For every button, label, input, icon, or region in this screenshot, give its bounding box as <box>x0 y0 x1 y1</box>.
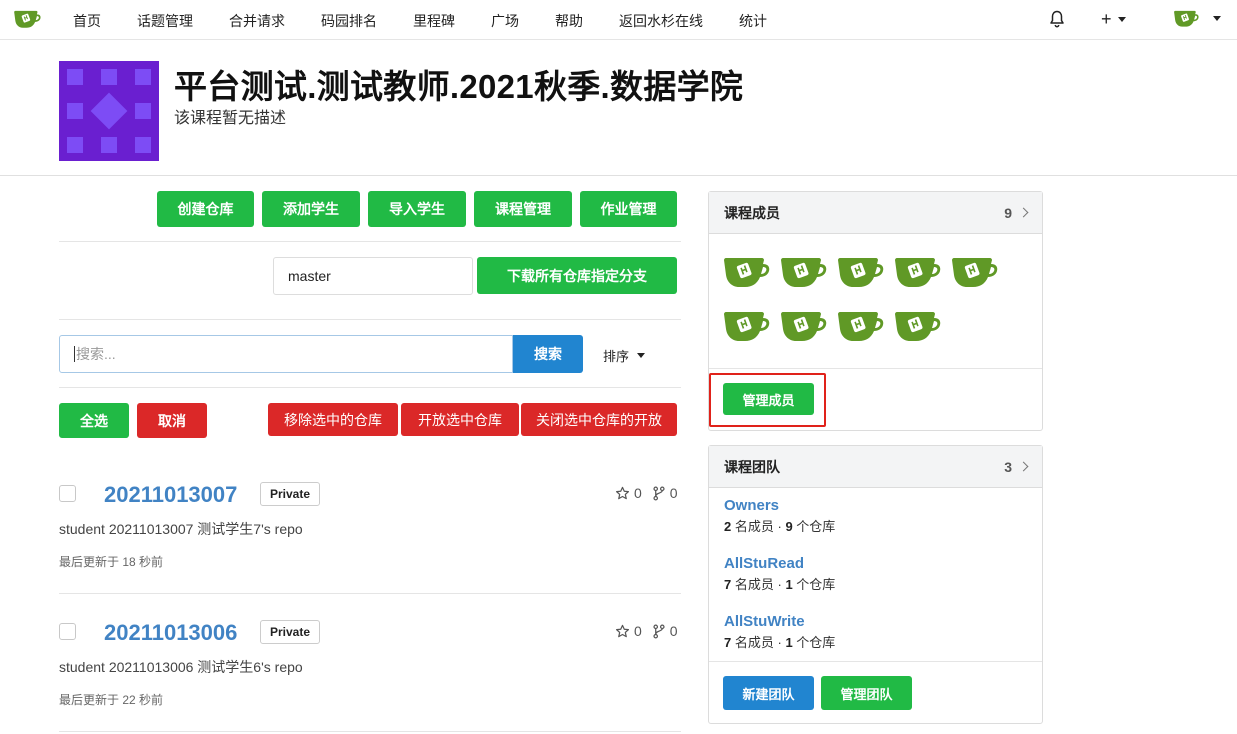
highlight-annotation-box <box>709 373 826 427</box>
new-team-button[interactable]: 新建团队 <box>723 676 814 710</box>
user-avatar-icon <box>1173 10 1199 28</box>
plus-icon: + <box>1101 9 1112 29</box>
notification-bell-icon[interactable] <box>1049 10 1065 28</box>
select-all-button[interactable]: 全选 <box>59 403 129 438</box>
member-avatar[interactable] <box>836 255 884 289</box>
sort-label: 排序 <box>603 349 630 364</box>
chevron-down-icon <box>1213 16 1221 21</box>
team-item: Owners 2 名成员 · 9 个仓库 <box>724 497 835 535</box>
add-student-button[interactable]: 添加学生 <box>262 191 360 227</box>
chevron-right-icon <box>1018 207 1029 218</box>
team-item: AllStuRead 7 名成员 · 1 个仓库 <box>724 555 835 593</box>
repo-stats: 0 0 <box>615 485 678 501</box>
repo-updated-time: 最后更新于 18 秒前 <box>59 555 164 569</box>
header-divider <box>0 175 1237 176</box>
member-avatar[interactable] <box>893 309 941 343</box>
repo-checkbox[interactable] <box>59 485 76 502</box>
divider <box>59 241 681 242</box>
create-repo-button[interactable]: 创建仓库 <box>157 191 254 227</box>
star-icon <box>615 624 630 637</box>
divider <box>59 387 681 388</box>
download-branch-button[interactable]: 下载所有仓库指定分支 <box>477 257 677 294</box>
repo-stats: 0 0 <box>615 623 678 639</box>
chevron-down-icon <box>637 353 646 358</box>
user-menu-dropdown[interactable] <box>1173 9 1221 28</box>
member-avatar[interactable] <box>836 309 884 343</box>
fork-count: 0 <box>669 485 678 501</box>
star-icon <box>615 486 630 499</box>
team-meta: 7 名成员 · 1 个仓库 <box>724 577 836 592</box>
nav-item-pull-requests[interactable]: 合并请求 <box>229 11 285 31</box>
course-title: 平台测试.测试教师.2021秋季.数据学院 <box>174 68 744 105</box>
star-count: 0 <box>634 485 642 501</box>
course-description: 该课程暂无描述 <box>174 110 287 127</box>
visibility-badge: Private <box>260 482 321 506</box>
fork-count: 0 <box>669 623 678 639</box>
nav-item-back-to-shuishan[interactable]: 返回水杉在线 <box>619 11 703 31</box>
chevron-right-icon <box>1018 461 1029 472</box>
import-student-button[interactable]: 导入学生 <box>368 191 466 227</box>
course-avatar <box>59 61 159 161</box>
repo-name-link[interactable]: 20211013006 <box>104 620 237 646</box>
fork-icon <box>653 486 665 500</box>
fork-icon <box>653 624 665 638</box>
repo-description: student 20211013007 测试学生7's repo <box>59 521 303 537</box>
nav-item-milestones[interactable]: 里程碑 <box>413 11 455 31</box>
member-avatar[interactable] <box>893 255 941 289</box>
divider <box>59 319 681 320</box>
divider <box>59 593 681 594</box>
course-manage-button[interactable]: 课程管理 <box>474 191 572 227</box>
teams-panel-header[interactable]: 课程团队 3 <box>709 446 1042 488</box>
manage-team-button[interactable]: 管理团队 <box>821 676 912 710</box>
member-avatar[interactable] <box>722 255 770 289</box>
team-name-link[interactable]: AllStuRead <box>724 555 835 572</box>
search-input[interactable]: 搜索... <box>59 335 513 373</box>
team-item: AllStuWrite 7 名成员 · 1 个仓库 <box>724 613 835 651</box>
homework-manage-button[interactable]: 作业管理 <box>580 191 677 227</box>
nav-item-topic-manage[interactable]: 话题管理 <box>137 11 193 31</box>
open-selected-button[interactable]: 开放选中仓库 <box>401 403 519 436</box>
repo-checkbox[interactable] <box>59 623 76 640</box>
branch-input[interactable]: master <box>273 257 473 295</box>
members-panel-header[interactable]: 课程成员 9 <box>709 192 1042 234</box>
repo-updated-time: 最后更新于 22 秒前 <box>59 693 164 707</box>
member-avatar[interactable] <box>779 309 827 343</box>
teams-panel-title: 课程团队 <box>724 458 780 475</box>
close-selected-open-button[interactable]: 关闭选中仓库的开放 <box>521 403 677 436</box>
member-avatar[interactable] <box>950 255 998 289</box>
team-meta: 7 名成员 · 1 个仓库 <box>724 635 836 650</box>
nav-item-statistics[interactable]: 统计 <box>739 11 767 31</box>
members-panel-title: 课程成员 <box>724 204 780 221</box>
star-count: 0 <box>634 623 642 639</box>
text-cursor <box>74 346 75 362</box>
divider <box>709 368 1042 369</box>
create-new-dropdown[interactable]: + <box>1101 9 1126 30</box>
nav-item-explore[interactable]: 广场 <box>491 11 519 31</box>
gitea-logo-icon[interactable] <box>13 8 41 30</box>
member-avatar[interactable] <box>779 255 827 289</box>
top-navbar: 首页 话题管理 合并请求 码园排名 里程碑 广场 帮助 返回水杉在线 统计 + <box>0 0 1237 40</box>
teams-count: 3 <box>1004 458 1012 475</box>
member-avatar[interactable] <box>722 309 770 343</box>
divider <box>709 661 1042 662</box>
chevron-down-icon <box>1117 17 1126 22</box>
team-name-link[interactable]: Owners <box>724 497 835 514</box>
divider <box>59 731 681 732</box>
nav-item-ranking[interactable]: 码园排名 <box>321 11 377 31</box>
cancel-button[interactable]: 取消 <box>137 403 207 438</box>
search-button[interactable]: 搜索 <box>513 335 583 373</box>
nav-item-home[interactable]: 首页 <box>73 11 101 31</box>
team-meta: 2 名成员 · 9 个仓库 <box>724 519 836 534</box>
repo-description: student 20211013006 测试学生6's repo <box>59 659 303 675</box>
remove-selected-button[interactable]: 移除选中的仓库 <box>268 403 398 436</box>
visibility-badge: Private <box>260 620 321 644</box>
repo-name-link[interactable]: 20211013007 <box>104 482 237 508</box>
team-name-link[interactable]: AllStuWrite <box>724 613 835 630</box>
members-count: 9 <box>1004 204 1012 221</box>
nav-item-help[interactable]: 帮助 <box>555 11 583 31</box>
search-placeholder: 搜索... <box>76 346 116 362</box>
sort-dropdown[interactable]: 排序 <box>603 346 646 365</box>
